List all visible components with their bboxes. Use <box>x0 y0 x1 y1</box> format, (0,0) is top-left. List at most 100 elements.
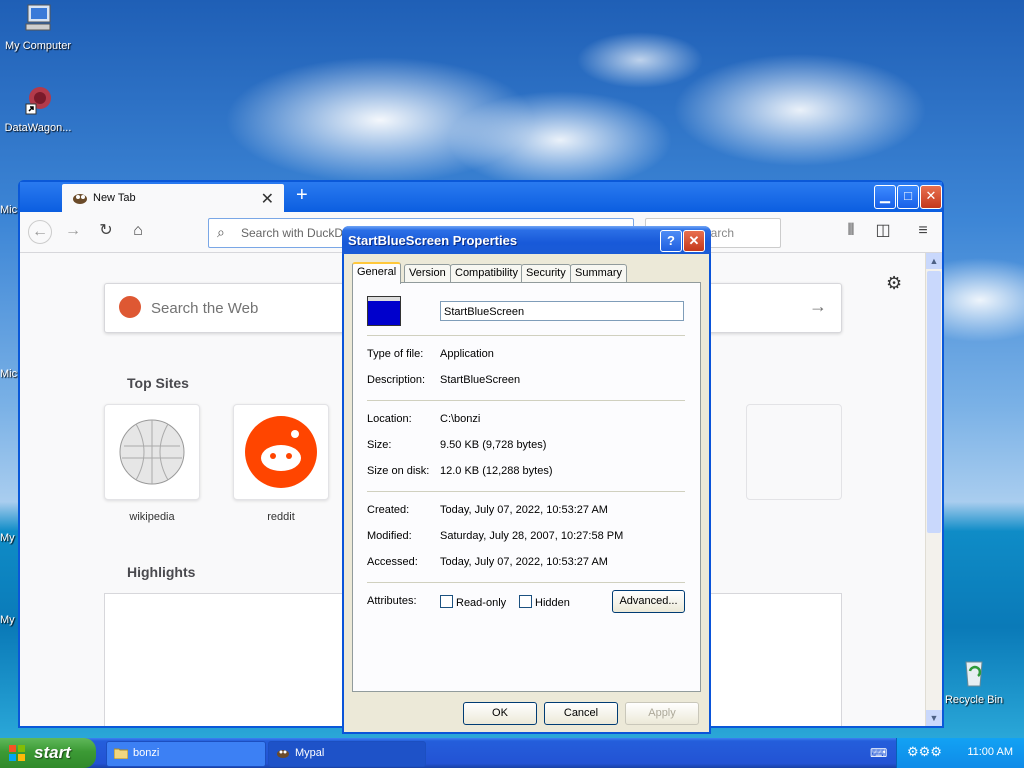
start-label: start <box>34 743 71 762</box>
desktop-icon-label: DataWagon... <box>4 122 72 134</box>
scrollbar-thumb[interactable] <box>927 271 941 533</box>
new-tab-button[interactable]: + <box>296 184 308 207</box>
description-label: Description: <box>367 374 426 386</box>
windows-flag-icon <box>9 745 25 761</box>
general-tab-panel: StartBlueScreen Type of file: Applicatio… <box>352 282 701 692</box>
dialog-titlebar[interactable]: StartBlueScreen Properties ? ✕ <box>342 226 711 254</box>
home-button[interactable]: ⌂ <box>127 220 149 242</box>
library-icon[interactable]: ⫴ <box>840 220 862 242</box>
desktop-icon-label: My Computer <box>4 40 72 52</box>
tab-security[interactable]: Security <box>521 264 571 282</box>
separator <box>367 400 685 401</box>
tab-close-icon[interactable]: ✕ <box>261 189 274 209</box>
taskbar-item-label: bonzi <box>133 747 160 759</box>
separator <box>367 335 685 336</box>
help-button[interactable]: ? <box>660 230 682 252</box>
taskbar-item-label: Mypal <box>295 747 325 759</box>
tab-new-tab[interactable]: New Tab ✕ <box>62 184 284 212</box>
created-value: Today, July 07, 2022, 10:53:27 AM <box>440 504 608 516</box>
keyboard-icon[interactable]: ⌨ <box>870 746 887 760</box>
size-on-disk-label: Size on disk: <box>367 465 430 477</box>
description-value: StartBlueScreen <box>440 374 521 386</box>
separator <box>367 582 685 583</box>
top-site-label: reddit <box>267 511 295 523</box>
close-window-button[interactable]: ✕ <box>920 185 942 209</box>
sidebar-icon[interactable]: ◫ <box>872 220 894 242</box>
checkbox-box[interactable] <box>440 595 453 608</box>
attributes-label: Attributes: <box>367 595 417 607</box>
computer-icon <box>25 4 51 31</box>
modified-value: Saturday, July 28, 2007, 10:27:58 PM <box>440 530 624 542</box>
datawagon-icon <box>25 87 51 115</box>
system-tray: ⚙⚙⚙ 11:00 AM <box>896 738 1024 768</box>
dialog-title: StartBlueScreen Properties <box>348 233 518 248</box>
hidden-label: Hidden <box>535 597 570 609</box>
size-on-disk-value: 12.0 KB (12,288 bytes) <box>440 465 553 477</box>
created-label: Created: <box>367 504 410 516</box>
apply-button[interactable]: Apply <box>625 702 699 725</box>
reload-button[interactable]: ↻ <box>95 220 117 242</box>
tab-general[interactable]: General <box>352 262 402 284</box>
size-value: 9.50 KB (9,728 bytes) <box>440 439 547 451</box>
desktop-icon-label-partial[interactable]: My <box>0 614 15 626</box>
tab-version[interactable]: Version <box>404 264 451 282</box>
back-button[interactable]: ← <box>28 220 52 244</box>
desktop-icon-recycle-bin[interactable]: Recycle Bin <box>936 656 1012 706</box>
web-search-placeholder: Search the Web <box>151 300 259 317</box>
hidden-checkbox[interactable]: Hidden <box>519 595 570 609</box>
minimize-button[interactable]: ▁ <box>874 185 896 209</box>
type-value: Application <box>440 348 494 360</box>
type-label: Type of file: <box>367 348 424 360</box>
menu-icon[interactable]: ≡ <box>912 220 934 242</box>
desktop-icon-my-computer[interactable]: My Computer <box>0 2 76 52</box>
modified-label: Modified: <box>367 530 412 542</box>
start-button[interactable]: start <box>0 738 96 768</box>
mypal-icon <box>277 750 289 758</box>
tab-summary[interactable]: Summary <box>570 264 628 282</box>
location-label: Location: <box>367 413 412 425</box>
folder-icon <box>114 748 128 759</box>
scroll-up-icon[interactable]: ▲ <box>926 253 942 269</box>
location-value: C:\bonzi <box>440 413 481 425</box>
properties-dialog: StartBlueScreen Properties ? ✕ General V… <box>342 226 711 734</box>
desktop-icon-label-partial[interactable]: Mic <box>0 368 17 380</box>
ok-button[interactable]: OK <box>463 702 537 725</box>
tray-icon[interactable]: ⚙⚙⚙ <box>907 744 942 760</box>
accessed-label: Accessed: <box>367 556 418 568</box>
wikipedia-globe-icon <box>119 419 185 485</box>
read-only-checkbox[interactable]: Read-only <box>440 595 506 609</box>
checkbox-box[interactable] <box>519 595 532 608</box>
advanced-button[interactable]: Advanced... <box>612 590 685 613</box>
reddit-logo-icon <box>245 416 317 488</box>
taskbar-item-bonzi[interactable]: bonzi <box>106 741 266 767</box>
tab-title: New Tab <box>93 192 136 204</box>
desktop-icon-label-partial[interactable]: Mic <box>0 204 17 216</box>
top-site-reddit[interactable]: reddit <box>233 404 329 523</box>
taskbar: start bonzi Mypal ⌨ ⚙⚙⚙ 11:00 AM <box>0 738 1024 768</box>
top-site-wikipedia[interactable]: wikipedia <box>104 404 200 523</box>
scroll-down-icon[interactable]: ▼ <box>926 710 942 726</box>
top-site-label: wikipedia <box>129 511 175 523</box>
desktop-icon-datawagon[interactable]: DataWagon... <box>0 84 76 134</box>
gear-icon[interactable]: ⚙ <box>886 273 902 294</box>
tab-strip: New Tab ✕ + ▁ □ ✕ <box>20 182 942 212</box>
forward-button[interactable]: → <box>62 220 84 242</box>
accessed-value: Today, July 07, 2022, 10:53:27 AM <box>440 556 608 568</box>
desktop-icon-label-partial[interactable]: My <box>0 532 15 544</box>
top-sites-heading: Top Sites <box>127 375 189 391</box>
highlights-heading: Highlights <box>127 564 196 580</box>
top-site-empty[interactable] <box>746 404 842 500</box>
cancel-button[interactable]: Cancel <box>544 702 618 725</box>
file-name-field[interactable]: StartBlueScreen <box>440 301 684 321</box>
taskbar-item-mypal[interactable]: Mypal <box>268 741 426 767</box>
separator <box>367 491 685 492</box>
mypal-favicon-icon <box>73 194 87 204</box>
maximize-button[interactable]: □ <box>897 185 919 209</box>
search-icon: ⌕ <box>217 224 225 240</box>
scrollbar[interactable]: ▲ ▼ <box>925 253 942 726</box>
tab-compatibility[interactable]: Compatibility <box>450 264 523 282</box>
arrow-right-icon[interactable]: → <box>809 296 827 317</box>
size-label: Size: <box>367 439 392 451</box>
dialog-close-button[interactable]: ✕ <box>683 230 705 252</box>
clock[interactable]: 11:00 AM <box>967 746 1013 758</box>
